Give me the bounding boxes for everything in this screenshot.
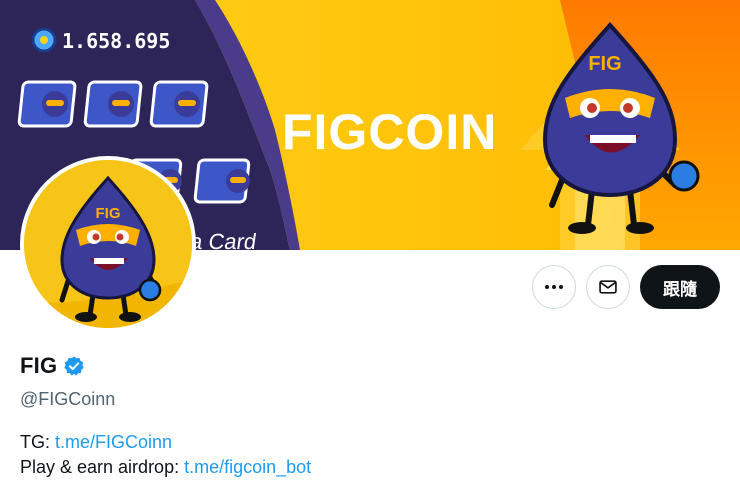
bio-tg-link[interactable]: t.me/FIGCoinn <box>55 432 172 452</box>
user-handle: @FIGCoinn <box>20 389 116 409</box>
name-row: FIG <box>20 353 85 379</box>
bio-tg-label: TG: <box>20 432 50 452</box>
profile-avatar[interactable]: FIG <box>20 156 196 332</box>
avatar-image: FIG <box>24 160 192 328</box>
bio-line-airdrop: Play & earn airdrop: t.me/figcoin_bot <box>20 455 311 480</box>
profile-bio: TG: t.me/FIGCoinn Play & earn airdrop: t… <box>20 430 311 480</box>
bio-line-tg: TG: t.me/FIGCoinn <box>20 430 311 455</box>
mascot-badge-text: FIG <box>588 53 621 75</box>
message-button[interactable] <box>586 265 630 309</box>
display-name: FIG <box>20 353 58 378</box>
more-button[interactable] <box>532 265 576 309</box>
envelope-icon <box>599 280 617 294</box>
profile-actions: 跟隨 <box>532 265 720 309</box>
svg-text:FIG: FIG <box>96 205 121 222</box>
bio-airdrop-label: Play & earn airdrop: <box>20 457 180 477</box>
banner-score: 1.658.695 <box>62 29 171 53</box>
verified-badge-icon[interactable] <box>63 355 85 377</box>
bio-airdrop-link[interactable]: t.me/figcoin_bot <box>184 457 311 477</box>
follow-button[interactable]: 跟隨 <box>640 265 720 309</box>
more-horizontal-icon <box>545 285 563 289</box>
banner-title: FIGCOIN <box>282 104 498 160</box>
